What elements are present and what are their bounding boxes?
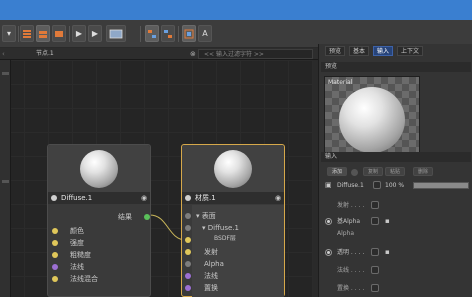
input-port[interactable] <box>185 273 191 279</box>
radio-button[interactable] <box>325 249 332 256</box>
material-sphere <box>80 150 118 188</box>
shortcut-icon[interactable]: ▪ <box>385 248 390 257</box>
node-preview <box>48 145 150 193</box>
input-port[interactable] <box>185 213 191 219</box>
input-label: 法线混合 <box>70 275 98 283</box>
tab-context[interactable]: 上下文 <box>397 46 424 56</box>
copy-button[interactable]: 复制 <box>363 167 384 176</box>
tab-basic[interactable]: 基本 <box>349 46 370 56</box>
emission-label: 发射 <box>204 248 218 256</box>
input-port[interactable] <box>52 276 58 282</box>
input-label: 粗糙度 <box>70 251 91 259</box>
tab-preview[interactable]: 预览 <box>325 46 346 56</box>
paste-button[interactable]: 粘贴 <box>385 167 406 176</box>
preview-label: Material <box>328 79 353 86</box>
node-header: 材质.1 ◉ <box>182 193 284 204</box>
input-port[interactable] <box>185 249 191 255</box>
transparency-checkbox[interactable] <box>371 248 379 256</box>
layer-row: ▾ Diffuse.1 <box>202 223 239 233</box>
input-port[interactable] <box>52 240 58 246</box>
layer-name[interactable]: Diffuse.1 <box>337 181 364 190</box>
prop-label: Alpha <box>337 230 355 237</box>
normal-label: 法线 <box>204 272 218 280</box>
node-settings-icon[interactable]: ◉ <box>275 193 281 204</box>
alpha-checkbox[interactable] <box>371 217 379 225</box>
diffuse-node[interactable]: Diffuse.1 ◉ 结果 颜色 强度 粗糙度 法线 法线混合 <box>47 144 151 297</box>
alpha-label: Alpha <box>204 260 224 268</box>
material-sphere <box>339 87 405 153</box>
radio-indicator <box>327 220 330 223</box>
prop-label: 法线 . . . . <box>337 267 365 274</box>
layer-label: Diffuse.1 <box>207 224 239 232</box>
layer-icon: ▣ <box>325 181 332 189</box>
input-label: 法线 <box>70 263 84 271</box>
output-port[interactable] <box>144 214 150 220</box>
radio-indicator <box>327 251 330 254</box>
layer-percent[interactable]: 100 % <box>385 181 404 190</box>
input-section-header[interactable]: 输入 <box>321 152 471 162</box>
input-port[interactable] <box>185 237 191 243</box>
node-preview <box>182 145 284 193</box>
preview-section-header[interactable]: 预览 <box>321 62 471 72</box>
node-settings-icon[interactable]: ◉ <box>141 193 147 204</box>
bsdf-label: BSDF层 <box>214 235 236 242</box>
prop-label: 置换 . . . . <box>337 285 365 292</box>
radio-button[interactable] <box>325 218 332 225</box>
attribute-panel: 预览 基本 输入 上下文 预览 Material 输入 添加 复制 粘贴 删除 … <box>318 44 472 297</box>
node-title: Diffuse.1 <box>61 194 93 202</box>
input-port[interactable] <box>185 285 191 291</box>
prop-label: 发射 . . . . <box>337 202 365 209</box>
add-button[interactable]: 添加 <box>327 167 348 176</box>
material-preview: Material <box>324 76 420 156</box>
emission-checkbox[interactable] <box>371 201 379 209</box>
surface-row: ▾ 表面 <box>196 211 216 221</box>
node-header: Diffuse.1 ◉ <box>48 193 150 204</box>
input-label: 颜色 <box>70 227 84 235</box>
material-sphere <box>214 150 252 188</box>
layer-mode-toggle[interactable] <box>373 181 381 189</box>
layer-slider[interactable] <box>413 182 469 189</box>
node-title: 材质.1 <box>195 194 216 202</box>
tab-input[interactable]: 输入 <box>373 46 394 56</box>
input-label: 强度 <box>70 239 84 247</box>
delete-button[interactable]: 删除 <box>413 167 434 176</box>
prop-label: 透明 . . . . <box>337 249 365 256</box>
add-icon[interactable] <box>351 169 358 176</box>
shortcut-icon[interactable]: ▪ <box>385 217 390 226</box>
node-status-dot <box>51 195 57 201</box>
output-label: 结果 <box>118 213 132 221</box>
material-node[interactable]: 材质.1 ◉ ▾ 表面 ▾ Diffuse.1 BSDF层 发射 Alpha 法… <box>181 144 285 297</box>
input-port[interactable] <box>52 252 58 258</box>
displacement-label: 置换 <box>204 284 218 292</box>
input-port[interactable] <box>185 261 191 267</box>
input-port[interactable] <box>52 264 58 270</box>
prop-label: 基Alpha <box>337 218 361 225</box>
surface-label: 表面 <box>201 212 216 220</box>
node-status-dot <box>185 195 191 201</box>
normal-checkbox[interactable] <box>371 266 379 274</box>
input-port[interactable] <box>185 225 191 231</box>
input-port[interactable] <box>52 228 58 234</box>
app-window: ▾ ▶ ▶ A ‹ 节点.1 ⊗ << 输入过滤字符 >> Diffuse.1 … <box>0 0 472 297</box>
displacement-checkbox[interactable] <box>371 284 379 292</box>
